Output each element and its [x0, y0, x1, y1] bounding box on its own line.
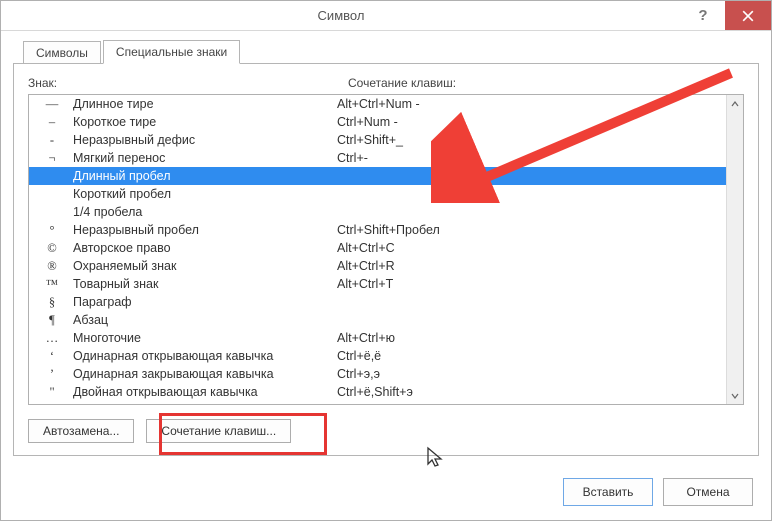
list-item[interactable]: ©Авторское правоAlt+Ctrl+C [29, 239, 726, 257]
dialog-title: Символ [1, 8, 681, 23]
symbol-name: Короткое тире [67, 115, 337, 129]
list-item[interactable]: ¬Мягкий переносCtrl+- [29, 149, 726, 167]
symbol-glyph: … [37, 331, 67, 346]
list-item[interactable]: ®Охраняемый знакAlt+Ctrl+R [29, 257, 726, 275]
symbol-glyph: " [37, 385, 67, 400]
chevron-up-icon [731, 101, 739, 107]
panel-buttons: Автозамена... Сочетание клавиш... [28, 419, 744, 443]
symbol-shortcut: Alt+Ctrl+Num - [337, 97, 726, 111]
list-item[interactable]: "Двойная открывающая кавычкаCtrl+ё,Shift… [29, 383, 726, 401]
symbol-glyph: ‘ [37, 349, 67, 364]
title-controls: ? [681, 1, 771, 30]
symbol-shortcut: Ctrl+Shift+_ [337, 133, 726, 147]
symbol-glyph: — [37, 97, 67, 112]
symbol-shortcut: Ctrl+ё,ё [337, 349, 726, 363]
symbol-shortcut: Alt+Ctrl+ю [337, 331, 726, 345]
header-sign: Знак: [28, 76, 348, 90]
scroll-up-button[interactable] [727, 95, 743, 112]
symbol-name: Неразрывный дефис [67, 133, 337, 147]
tab-symbols[interactable]: Символы [23, 41, 101, 64]
symbol-shortcut: Ctrl+Shift+Пробел [337, 223, 726, 237]
insert-button[interactable]: Вставить [563, 478, 653, 506]
symbol-name: Авторское право [67, 241, 337, 255]
tab-panel-special: Знак: Сочетание клавиш: —Длинное тиреAlt… [13, 63, 759, 456]
character-list-container: —Длинное тиреAlt+Ctrl+Num -–Короткое тир… [28, 94, 744, 405]
symbol-glyph: § [37, 295, 67, 310]
cancel-button[interactable]: Отмена [663, 478, 753, 506]
symbol-name: Мягкий перенос [67, 151, 337, 165]
close-button[interactable] [725, 1, 771, 30]
column-headers: Знак: Сочетание клавиш: [28, 76, 744, 90]
symbol-name: Длинное тире [67, 97, 337, 111]
symbol-name: Длинный пробел [67, 169, 337, 183]
header-shortcut: Сочетание клавиш: [348, 76, 456, 90]
symbol-name: Короткий пробел [67, 187, 337, 201]
tab-special-chars[interactable]: Специальные знаки [103, 40, 240, 64]
list-item[interactable]: Длинный пробел [29, 167, 726, 185]
symbol-shortcut: Alt+Ctrl+R [337, 259, 726, 273]
symbol-name: Одинарная открывающая кавычка [67, 349, 337, 363]
titlebar: Символ ? [1, 1, 771, 31]
symbol-glyph: ¶ [37, 313, 67, 328]
tab-strip: Символы Специальные знаки [23, 37, 759, 63]
list-item[interactable]: -Неразрывный дефисCtrl+Shift+_ [29, 131, 726, 149]
list-item[interactable]: §Параграф [29, 293, 726, 311]
symbol-glyph: ’ [37, 367, 67, 382]
symbol-name: Параграф [67, 295, 337, 309]
symbol-name: 1/4 пробела [67, 205, 337, 219]
symbol-dialog: Символ ? Символы Специальные знаки Знак:… [0, 0, 772, 521]
list-item[interactable]: 1/4 пробела [29, 203, 726, 221]
scroll-down-button[interactable] [727, 387, 743, 404]
symbol-glyph: © [37, 241, 67, 256]
shortcut-button[interactable]: Сочетание клавиш... [146, 419, 291, 443]
character-list[interactable]: —Длинное тиреAlt+Ctrl+Num -–Короткое тир… [29, 95, 726, 404]
list-item[interactable]: —Длинное тиреAlt+Ctrl+Num - [29, 95, 726, 113]
scroll-track[interactable] [727, 112, 743, 387]
symbol-name: Охраняемый знак [67, 259, 337, 273]
symbol-name: Абзац [67, 313, 337, 327]
symbol-shortcut: Ctrl+- [337, 151, 726, 165]
autocorrect-button[interactable]: Автозамена... [28, 419, 134, 443]
symbol-shortcut: Ctrl+ё,Shift+э [337, 385, 726, 399]
symbol-shortcut: Alt+Ctrl+C [337, 241, 726, 255]
list-item[interactable]: °Неразрывный пробелCtrl+Shift+Пробел [29, 221, 726, 239]
symbol-glyph: ° [37, 223, 67, 238]
scrollbar[interactable] [726, 95, 743, 404]
list-item[interactable]: ‘Одинарная открывающая кавычкаCtrl+ё,ё [29, 347, 726, 365]
close-icon [742, 10, 754, 22]
content-area: Символы Специальные знаки Знак: Сочетани… [1, 31, 771, 468]
list-item[interactable]: –Короткое тиреCtrl+Num - [29, 113, 726, 131]
dialog-footer: Вставить Отмена [1, 468, 771, 520]
symbol-shortcut: Ctrl+э,э [337, 367, 726, 381]
symbol-shortcut: Alt+Ctrl+T [337, 277, 726, 291]
symbol-name: Товарный знак [67, 277, 337, 291]
symbol-glyph: – [37, 115, 67, 130]
symbol-name: Двойная открывающая кавычка [67, 385, 337, 399]
symbol-name: Одинарная закрывающая кавычка [67, 367, 337, 381]
symbol-glyph: - [37, 133, 67, 148]
symbol-glyph: ® [37, 259, 67, 274]
symbol-shortcut: Ctrl+Num - [337, 115, 726, 129]
list-item[interactable]: Короткий пробел [29, 185, 726, 203]
symbol-name: Многоточие [67, 331, 337, 345]
list-item[interactable]: …МноготочиеAlt+Ctrl+ю [29, 329, 726, 347]
chevron-down-icon [731, 393, 739, 399]
list-item[interactable]: ’Одинарная закрывающая кавычкаCtrl+э,э [29, 365, 726, 383]
help-button[interactable]: ? [681, 1, 725, 30]
symbol-glyph: ™ [37, 277, 67, 292]
symbol-name: Неразрывный пробел [67, 223, 337, 237]
list-item[interactable]: ™Товарный знакAlt+Ctrl+T [29, 275, 726, 293]
list-item[interactable]: ¶Абзац [29, 311, 726, 329]
symbol-glyph: ¬ [37, 151, 67, 166]
